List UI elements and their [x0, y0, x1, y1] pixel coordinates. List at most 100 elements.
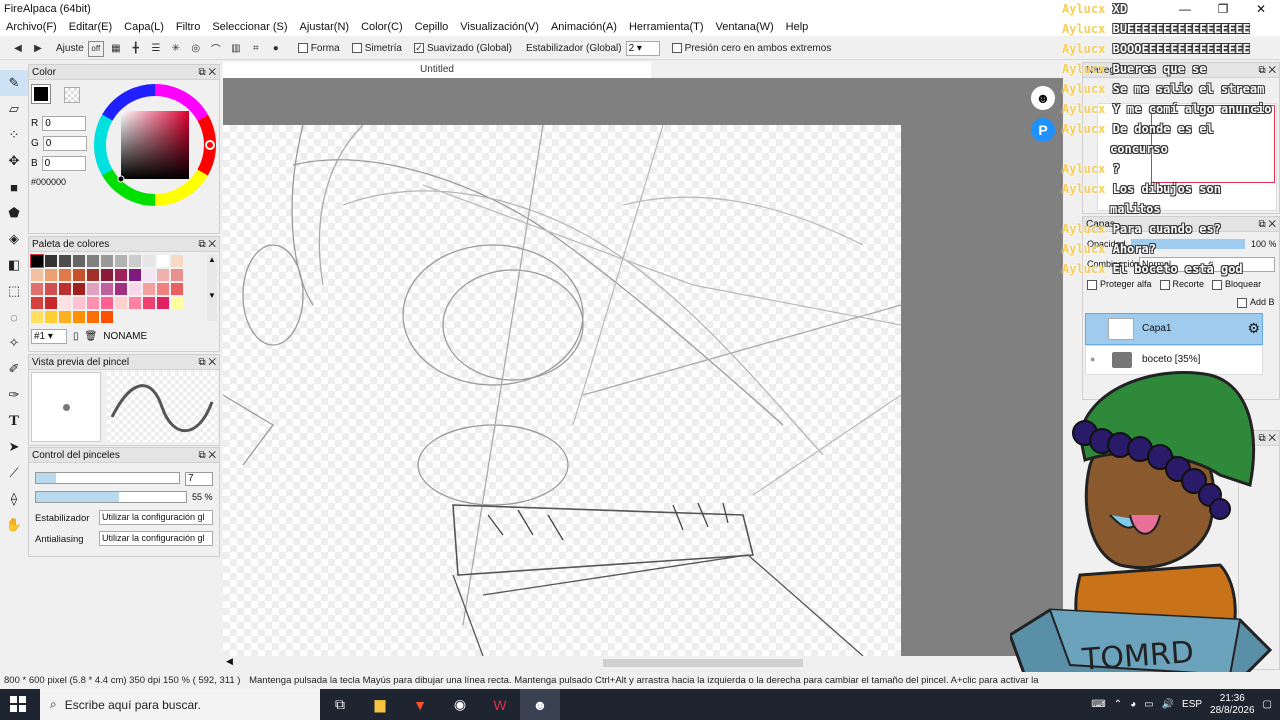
menu-help[interactable]: Help	[780, 21, 815, 33]
palette-swatch[interactable]	[73, 255, 85, 267]
delete-palette-icon[interactable]: 🗑	[85, 331, 98, 342]
layer-row-active[interactable]: Capa1 ⚙	[1085, 313, 1263, 345]
palette-swatch[interactable]	[171, 283, 183, 295]
snap-lines-icon[interactable]: ☰	[148, 41, 164, 57]
select-tool-icon[interactable]: ⬚	[0, 278, 28, 304]
clip-toggle[interactable]: Recorte	[1159, 279, 1204, 290]
snap-curve-icon[interactable]: ⌒	[208, 41, 224, 57]
brave-browser-icon[interactable]: ▼	[400, 689, 440, 720]
palette-swatch[interactable]	[143, 283, 155, 295]
palette-swatch[interactable]	[73, 297, 85, 309]
palette-swatch[interactable]	[101, 297, 113, 309]
maximize-button[interactable]: ❐	[1204, 0, 1242, 18]
prev-icon[interactable]: ◀	[10, 41, 26, 57]
palette-swatch[interactable]	[171, 297, 183, 309]
fill-tool-icon[interactable]: ◈	[0, 226, 28, 252]
estabilizador-select[interactable]: 2 ▾	[625, 41, 660, 56]
palette-swatch[interactable]	[129, 297, 141, 309]
snap-circle-icon[interactable]: ◎	[188, 41, 204, 57]
brush-tool-icon[interactable]: ✎	[0, 70, 28, 96]
snap-grid-icon[interactable]: ▦	[108, 41, 124, 57]
menu-color[interactable]: Color(C)	[355, 21, 409, 33]
palette-swatch[interactable]	[59, 311, 71, 323]
green-input[interactable]	[42, 135, 87, 151]
bucket-tool-icon[interactable]: ⬟	[0, 200, 28, 226]
canvas-zoom-icon[interactable]: ☻	[1031, 86, 1055, 110]
brush-size-value[interactable]: 7	[185, 472, 213, 486]
palette-scrollbar[interactable]: ▲ ▼	[207, 255, 217, 321]
simetria-toggle[interactable]: Simetría	[351, 43, 402, 54]
palette-swatch[interactable]	[31, 297, 43, 309]
antialiasing-select[interactable]: Utilizar la configuración gl	[99, 531, 213, 546]
forma-checkbox[interactable]	[297, 43, 308, 54]
scroll-thumb[interactable]	[603, 659, 803, 667]
snap-off-icon[interactable]: off	[87, 40, 104, 57]
dot-icon[interactable]: ●	[268, 41, 284, 57]
palette-swatch[interactable]	[31, 269, 43, 281]
windows-start-icon[interactable]	[10, 696, 26, 712]
palette-swatch[interactable]	[45, 311, 57, 323]
palette-swatch[interactable]	[45, 269, 57, 281]
panel-buttons[interactable]: ⧉ ✕	[198, 237, 216, 252]
brush-opacity-slider[interactable]	[35, 491, 187, 503]
snap-radial-icon[interactable]: ✳	[168, 41, 184, 57]
secondary-color-swatch[interactable]	[64, 87, 80, 103]
notifications-icon[interactable]: ▢	[1263, 699, 1272, 710]
streamlabs-icon[interactable]: W	[480, 689, 520, 720]
gradient-tool-icon[interactable]: ◧	[0, 252, 28, 278]
presion-toggle[interactable]: Presión cero en ambos extremos	[671, 43, 831, 54]
forma-toggle[interactable]: Forma	[297, 43, 340, 54]
add-checkbox[interactable]	[1237, 297, 1247, 308]
hand-tool-icon[interactable]: ✋	[0, 512, 28, 538]
lock-checkbox[interactable]	[1212, 279, 1223, 290]
menu-seleccionar[interactable]: Seleccionar (S)	[206, 21, 293, 33]
red-input[interactable]	[42, 115, 87, 131]
palette-swatch[interactable]	[31, 283, 43, 295]
palette-swatch[interactable]	[87, 297, 99, 309]
canvas-tab[interactable]: Untitled	[223, 62, 651, 78]
palette-swatch[interactable]	[30, 254, 44, 268]
palette-swatch[interactable]	[59, 283, 71, 295]
suavizado-checkbox[interactable]: ✓	[413, 43, 424, 54]
menu-ventana[interactable]: Ventana(W)	[710, 21, 780, 33]
move-tool-icon[interactable]: ✥	[0, 148, 28, 174]
panel-buttons[interactable]: ⧉ ✕	[198, 448, 216, 463]
suavizado-toggle[interactable]: ✓ Suavizado (Global)	[413, 43, 512, 54]
layer-settings-icon[interactable]: ⚙	[1247, 320, 1260, 337]
palette-swatch[interactable]	[59, 255, 71, 267]
protect-alpha-checkbox[interactable]	[1087, 279, 1097, 290]
lasso-tool-icon[interactable]: ◌	[0, 304, 28, 330]
scroll-left-icon[interactable]: ◀	[226, 656, 233, 667]
palette-index-select[interactable]: #1 ▾	[31, 329, 67, 344]
palette-swatch[interactable]	[157, 255, 169, 267]
palette-swatch[interactable]	[73, 283, 85, 295]
menu-visualizacion[interactable]: Visualización(V)	[454, 21, 545, 33]
palette-swatch[interactable]	[157, 297, 169, 309]
dot-tool-icon[interactable]: ⁘	[0, 122, 28, 148]
menu-filtro[interactable]: Filtro	[170, 21, 206, 33]
next-icon[interactable]: ▶	[30, 41, 46, 57]
file-explorer-icon[interactable]: ▆	[360, 689, 400, 720]
palette-swatch[interactable]	[143, 297, 155, 309]
select-eraser-tool-icon[interactable]: ✑	[0, 382, 28, 408]
color-wheel[interactable]	[91, 81, 219, 209]
canvas-p-icon[interactable]: P	[1031, 118, 1055, 142]
palette-swatch[interactable]	[87, 311, 99, 323]
menu-editar[interactable]: Editar(E)	[63, 21, 118, 33]
palette-swatch[interactable]	[45, 297, 57, 309]
menu-capa[interactable]: Capa(L)	[118, 21, 170, 33]
text-tool-icon[interactable]: T	[0, 408, 28, 434]
language-indicator[interactable]: ESP	[1182, 699, 1202, 710]
palette-swatch[interactable]	[87, 255, 99, 267]
sv-picker[interactable]	[117, 175, 125, 183]
snap-perspective-icon[interactable]: ▥	[228, 41, 244, 57]
menu-ajustar[interactable]: Ajustar(N)	[294, 21, 356, 33]
clock[interactable]: 21:36 28/8/2026	[1210, 693, 1255, 717]
operation-tool-icon[interactable]: ➤	[0, 434, 28, 460]
taskbar-search[interactable]: ⌕ Escribe aquí para buscar.	[40, 689, 320, 720]
palette-swatch[interactable]	[101, 283, 113, 295]
volume-icon[interactable]: 🔊	[1162, 699, 1174, 710]
new-palette-icon[interactable]: ▯	[73, 331, 79, 342]
layer-opacity-slider[interactable]	[1131, 239, 1245, 249]
palette-swatch[interactable]	[115, 269, 127, 281]
